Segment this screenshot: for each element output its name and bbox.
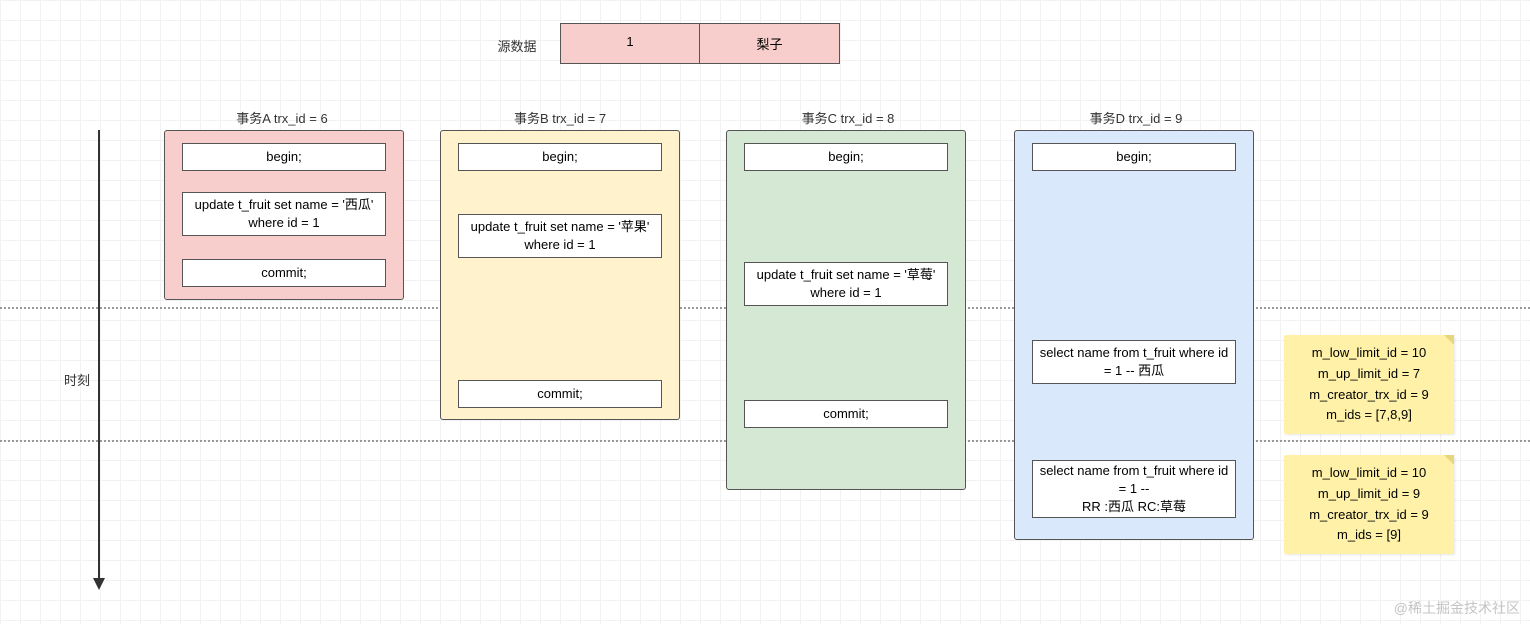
source-col-id: 1 [561,24,700,63]
watermark: @稀土掘金技术社区 [1394,598,1520,618]
tx-b-begin: begin; [458,143,662,171]
tx-c-title: 事务C trx_id = 8 [748,108,948,127]
tx-b-update: update t_fruit set name = '苹果' where id … [458,214,662,258]
source-data-label: 源数据 [482,36,552,55]
tx-c-box [726,130,966,490]
tx-a-title: 事务A trx_id = 6 [182,108,382,127]
timeline-label: 时刻 [62,370,92,389]
tx-c-update: update t_fruit set name = '草莓' where id … [744,262,948,306]
tx-c-commit: commit; [744,400,948,428]
tx-d-title: 事务D trx_id = 9 [1036,108,1236,127]
note-2-line-1: m_up_limit_id = 9 [1294,484,1444,505]
read-view-note-1: m_low_limit_id = 10 m_up_limit_id = 7 m_… [1284,335,1454,434]
timeline-arrow-line [98,130,100,580]
tx-b-commit: commit; [458,380,662,408]
note-2-line-2: m_creator_trx_id = 9 [1294,505,1444,526]
tx-d-select-1: select name from t_fruit where id = 1 --… [1032,340,1236,384]
source-data-table: 1 梨子 [560,23,840,64]
read-view-note-2: m_low_limit_id = 10 m_up_limit_id = 9 m_… [1284,455,1454,554]
note-1-line-1: m_up_limit_id = 7 [1294,364,1444,385]
timeline-arrow-head [93,578,105,590]
note-1-line-3: m_ids = [7,8,9] [1294,405,1444,426]
note-2-line-0: m_low_limit_id = 10 [1294,463,1444,484]
tx-d-select-2: select name from t_fruit where id = 1 --… [1032,460,1236,518]
source-col-name: 梨子 [700,24,839,63]
tx-b-title: 事务B trx_id = 7 [460,108,660,127]
note-2-line-3: m_ids = [9] [1294,525,1444,546]
tx-d-begin: begin; [1032,143,1236,171]
tx-a-begin: begin; [182,143,386,171]
tx-a-commit: commit; [182,259,386,287]
tx-b-box [440,130,680,420]
note-1-line-2: m_creator_trx_id = 9 [1294,385,1444,406]
note-1-line-0: m_low_limit_id = 10 [1294,343,1444,364]
tx-c-begin: begin; [744,143,948,171]
tx-a-update: update t_fruit set name = '西瓜' where id … [182,192,386,236]
